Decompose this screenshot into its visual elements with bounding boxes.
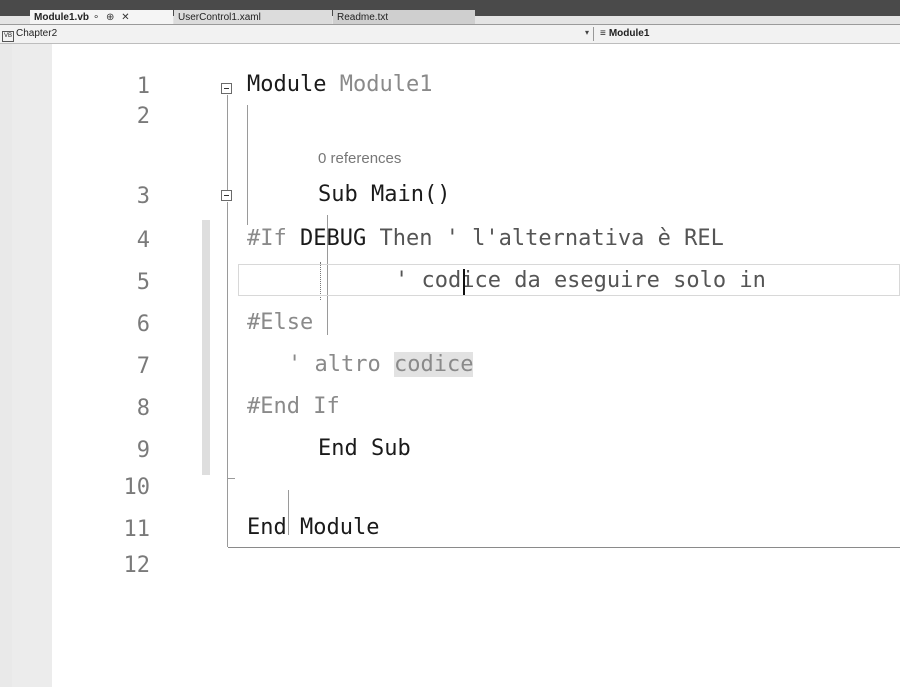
project-label: Chapter2 [16,28,58,39]
keyword-module: Module [247,72,327,97]
codelens-references[interactable]: 0 references [318,150,401,167]
code-line-3: Sub Main() [318,182,450,208]
indicator-margin [12,44,52,687]
code-line-8: #End If [247,394,340,420]
tab-label: UserControl1.xaml [178,12,261,23]
indent-guide [247,105,248,225]
code-line-4: #If DEBUG Then ' l'alternativa è REL [247,226,724,252]
tab-usercontrol1-xaml[interactable]: UserControl1.xaml [174,10,332,25]
ide-window: Module1.vb ∘ ⊕ ✕ UserControl1.xaml Readme… [0,0,900,687]
directive-if: #If [247,226,300,251]
code-line-11: End Module [247,515,379,541]
method-name: Main() [370,182,451,207]
end-module: End Module [247,515,380,540]
chevron-down-icon[interactable]: ▾ [585,28,589,37]
line-number: 4 [136,228,150,253]
tab-label: Readme.txt [337,12,389,23]
keyword-sub: Sub [318,182,371,207]
line-number: 3 [136,184,150,209]
vb-project-icon: VB [2,31,14,42]
line-number: 10 [123,475,151,500]
line-number: 2 [136,104,150,129]
tab-label: Module1.vb [34,12,90,23]
highlighted-word: codice [393,352,474,377]
line-number: 5 [136,270,150,295]
directive-else: #Else [247,310,314,335]
tab-pin-close-icons[interactable]: ∘ ⊕ ✕ [93,12,132,23]
navigation-bar: VB Chapter2 ▾ ≡ Module1 [0,25,900,44]
code-line-7: ' altro codice [288,352,474,378]
member-label: Module1 [608,28,650,39]
collapse-sub-icon[interactable] [221,190,232,201]
outline-end-tick [227,478,235,479]
navbar-separator [593,27,594,41]
debug-constant: DEBUG [299,226,367,251]
module-icon: ≡ [600,28,606,39]
line-number: 12 [123,553,151,578]
change-tracking-bar [202,220,210,475]
line-number: 11 [123,517,151,542]
tab-readme-txt[interactable]: Readme.txt [333,10,475,25]
member-dropdown[interactable]: ≡ Module1 [600,27,649,41]
comment-text: ' codice da eseguire solo in [395,268,766,293]
code-line-6: #Else [247,310,313,336]
code-line-5: ' codice da eseguire solo in [395,268,766,294]
line-number: 7 [136,354,150,379]
code-line-1: Module Module1 [247,72,432,98]
outline-guide [227,202,228,547]
code-line-9: End Sub [318,436,411,462]
text-caret [463,269,465,295]
line-number: 1 [136,74,150,99]
module-name: Module1 [326,72,433,97]
outline-guide [227,95,228,190]
line-number: 6 [136,312,150,337]
project-dropdown[interactable]: VB Chapter2 [2,27,57,42]
outline-bottom-border [228,547,900,548]
directive-then-comment: Then ' l'alternativa è REL [366,226,724,251]
end-sub: End Sub [318,436,411,461]
line-number: 9 [136,438,150,463]
collapse-module-icon[interactable] [221,83,232,94]
line-number: 8 [136,396,150,421]
inactive-comment: ' altro [288,352,394,377]
directive-end-if: #End If [247,394,340,419]
tab-module1-vb[interactable]: Module1.vb ∘ ⊕ ✕ [30,10,173,25]
